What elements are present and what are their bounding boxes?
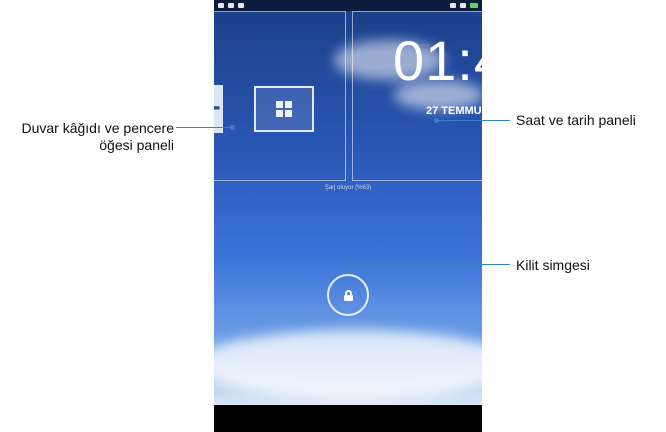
widget-button[interactable] [254, 86, 314, 132]
callout-label-lock: Kilit simgesi [516, 257, 590, 273]
callout-label-clock: Saat ve tarih paneli [516, 112, 636, 128]
photo-icon [218, 3, 224, 8]
charging-status: Şarj oluyor (%63) [324, 185, 372, 191]
callout-line-lock-vertical [350, 264, 351, 274]
lock-icon [343, 289, 353, 301]
phone-lockscreen: + 01:4 27 TEMMU Şarj oluyor (%63) [214, 0, 482, 432]
signal-icon [450, 3, 456, 8]
callout-line-wallpaper [176, 127, 232, 128]
callout-dot-wallpaper [230, 125, 235, 130]
wallpaper-widget-panel[interactable]: + [214, 11, 346, 181]
callout-line-clock [438, 120, 510, 121]
widget-grid-icon [276, 101, 292, 117]
clock-time: 01:4 [393, 29, 482, 92]
wifi-icon [460, 3, 466, 8]
callout-text: Duvar kâğıdı ve pencere [21, 120, 174, 136]
bag-icon [238, 3, 244, 8]
clock-date: 27 TEMMU [426, 105, 482, 117]
sim-icon [228, 3, 234, 8]
lock-button[interactable] [327, 274, 369, 316]
battery-icon [470, 3, 478, 8]
cloud [214, 330, 482, 400]
callout-text: öğesi paneli [99, 137, 174, 153]
clock-date-panel[interactable]: 01:4 27 TEMMU [352, 11, 482, 181]
callout-line-lock [350, 264, 510, 265]
add-widget-button[interactable]: + [214, 85, 223, 133]
navigation-bar [214, 405, 482, 432]
callout-dot-clock [434, 118, 439, 123]
callout-label-wallpaper: Duvar kâğıdı ve pencere öğesi paneli [21, 120, 174, 154]
status-bar [214, 0, 482, 11]
